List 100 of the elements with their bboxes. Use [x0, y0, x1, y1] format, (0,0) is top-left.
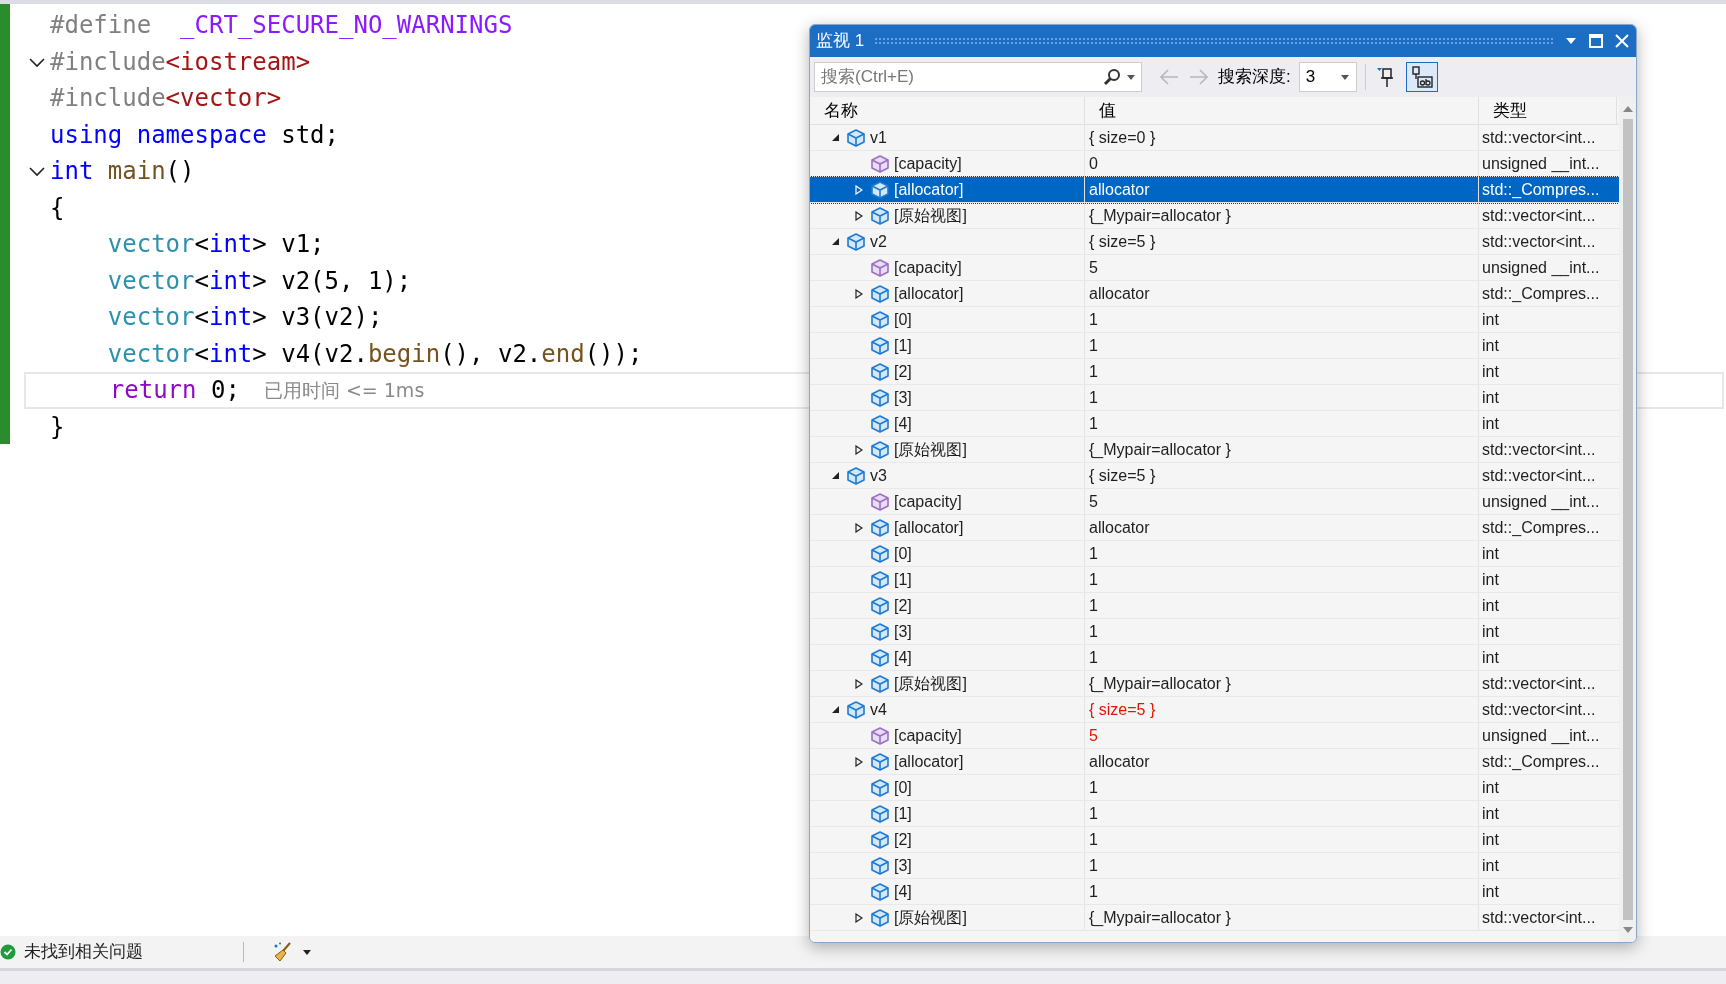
variable-name: [3]	[894, 621, 912, 642]
cube-icon	[870, 647, 890, 668]
variable-type: unsigned __int...	[1482, 153, 1600, 175]
watch-row[interactable]: v3 { size=5 } std::vector<int...	[810, 463, 1619, 489]
search-field[interactable]: 搜索(Ctrl+E)	[814, 62, 1142, 92]
collapsed-triangle-icon[interactable]	[855, 444, 863, 455]
cube-icon	[870, 621, 890, 642]
variable-name: [1]	[894, 569, 912, 590]
caret-icon[interactable]	[1126, 72, 1136, 82]
variable-value: 5	[1089, 257, 1098, 278]
variable-type: int	[1482, 777, 1499, 798]
watch-row[interactable]: [原始视图] {_Mypair=allocator } std::vector<int...	[810, 671, 1619, 697]
cube-icon	[870, 283, 890, 304]
watch-row[interactable]: v1 { size=0 } std::vector<int...	[810, 125, 1619, 151]
variable-type: int	[1482, 413, 1499, 434]
maximize-icon[interactable]	[1588, 33, 1604, 49]
watch-row[interactable]: [2] 1 int	[810, 359, 1619, 385]
code-line: #include<vector>	[50, 83, 282, 115]
variable-value: 1	[1089, 829, 1098, 850]
watch-row[interactable]: v2 { size=5 } std::vector<int...	[810, 229, 1619, 255]
variable-value: allocator	[1089, 751, 1150, 772]
cube-icon	[870, 543, 890, 564]
expanded-triangle-icon[interactable]	[830, 133, 840, 142]
variable-value: { size=5 }	[1089, 465, 1156, 486]
watch-row[interactable]: [allocator] allocator std::_Compres...	[810, 749, 1619, 775]
code-line: using namespace std;	[50, 119, 339, 151]
variable-name: [allocator]	[894, 283, 964, 304]
watch-row[interactable]: [capacity] 5 unsigned __int...	[810, 489, 1619, 515]
search-icon[interactable]	[1102, 67, 1122, 87]
variable-name: [原始视图]	[894, 907, 967, 928]
variable-name: [3]	[894, 387, 912, 408]
variable-value: {_Mypair=allocator }	[1089, 673, 1231, 694]
collapsed-triangle-icon[interactable]	[855, 912, 863, 923]
watch-row[interactable]: [0] 1 int	[810, 541, 1619, 567]
watch-row[interactable]: [capacity] 5 unsigned __int...	[810, 723, 1619, 749]
watch-row[interactable]: [2] 1 int	[810, 827, 1619, 853]
variable-name: [allocator]	[894, 751, 964, 772]
watch-row[interactable]: v4 { size=5 } std::vector<int...	[810, 697, 1619, 723]
watch-row[interactable]: [1] 1 int	[810, 333, 1619, 359]
expanded-triangle-icon[interactable]	[830, 705, 840, 714]
variable-value: 1	[1089, 855, 1098, 876]
watch-row[interactable]: [3] 1 int	[810, 853, 1619, 879]
collapsed-triangle-icon[interactable]	[855, 522, 863, 533]
column-header[interactable]: 值	[1085, 97, 1479, 124]
watch-row[interactable]: [4] 1 int	[810, 411, 1619, 437]
code-line: }	[50, 411, 65, 443]
watch-row[interactable]: [1] 1 int	[810, 801, 1619, 827]
variable-name: [2]	[894, 361, 912, 382]
collapsed-triangle-icon[interactable]	[855, 210, 863, 221]
expanded-triangle-icon[interactable]	[830, 237, 840, 246]
watch-row[interactable]: [2] 1 int	[810, 593, 1619, 619]
watch-row[interactable]: [allocator] allocator std::_Compres...	[810, 281, 1619, 307]
column-header[interactable]: 名称	[810, 97, 1085, 124]
elapsed-time-hint: 已用时间 <= 1ms	[263, 378, 425, 403]
variable-type: std::vector<int...	[1482, 465, 1596, 486]
watch-row[interactable]: [allocator] allocator std::_Compres...	[810, 515, 1619, 541]
scrollbar[interactable]	[1619, 97, 1636, 942]
watch-row[interactable]: [allocator] allocator std::_Compres...	[810, 177, 1619, 203]
collapsed-triangle-icon[interactable]	[855, 756, 863, 767]
watch-row[interactable]: [0] 1 int	[810, 775, 1619, 801]
cube-icon	[870, 569, 890, 590]
watch-row[interactable]: [原始视图] {_Mypair=allocator } std::vector<int...	[810, 203, 1619, 229]
cube-icon	[870, 361, 890, 382]
watch-row[interactable]: [原始视图] {_Mypair=allocator } std::vector<int...	[810, 437, 1619, 463]
variable-value: 1	[1089, 413, 1098, 434]
watch-row[interactable]: [capacity] 5 unsigned __int...	[810, 255, 1619, 281]
search-depth-dropdown[interactable]: 3	[1298, 62, 1357, 92]
close-icon[interactable]	[1614, 33, 1630, 49]
variable-type: std::_Compres...	[1482, 751, 1600, 772]
variable-name: [原始视图]	[894, 439, 967, 460]
variable-type: int	[1482, 855, 1499, 876]
watch-row[interactable]: [0] 1 int	[810, 307, 1619, 333]
watch-row[interactable]: [原始视图] {_Mypair=allocator } std::vector<int...	[810, 905, 1619, 931]
variable-name: [2]	[894, 829, 912, 850]
code-line: vector<int> v3(v2);	[106, 302, 383, 334]
variable-value: 1	[1089, 361, 1098, 382]
broom-icon[interactable]	[272, 941, 294, 963]
watch-row[interactable]: [4] 1 int	[810, 879, 1619, 905]
collapsed-triangle-icon[interactable]	[855, 678, 863, 689]
watch-row[interactable]: [3] 1 int	[810, 619, 1619, 645]
code-line: #include<iostream>	[50, 46, 311, 78]
variable-name: [0]	[894, 543, 912, 564]
variable-name: [capacity]	[894, 725, 962, 746]
collapsed-triangle-icon[interactable]	[855, 288, 863, 299]
cube-icon	[870, 881, 890, 902]
variable-type: int	[1482, 803, 1499, 824]
variable-name: [1]	[894, 803, 912, 824]
expanded-triangle-icon[interactable]	[830, 471, 840, 480]
watch-row[interactable]: [3] 1 int	[810, 385, 1619, 411]
column-header[interactable]: 类型	[1479, 97, 1617, 124]
watch-row[interactable]: [4] 1 int	[810, 645, 1619, 671]
caret-icon[interactable]	[302, 947, 312, 957]
variable-name: [1]	[894, 335, 912, 356]
variable-type: std::vector<int...	[1482, 127, 1596, 148]
variable-type: unsigned __int...	[1482, 257, 1600, 279]
code-line: vector<int> v1;	[106, 229, 325, 261]
watch-row[interactable]: [1] 1 int	[810, 567, 1619, 593]
variable-name: v2	[870, 231, 887, 252]
hex-toggle-button[interactable]	[1405, 62, 1438, 92]
variable-value: 5	[1089, 491, 1098, 512]
